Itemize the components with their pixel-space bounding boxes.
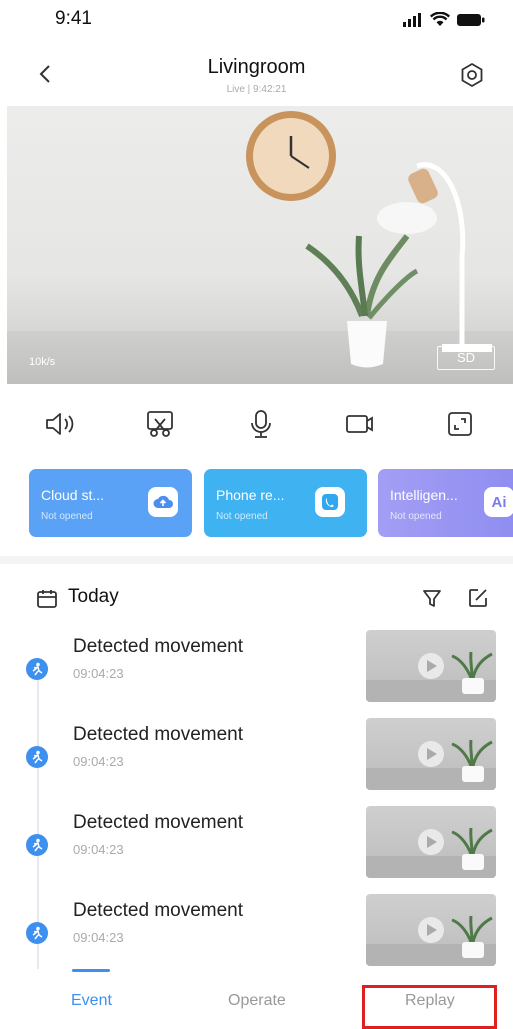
event-row[interactable]: Detected movement 09:04:23: [0, 796, 513, 884]
event-thumbnail[interactable]: [366, 630, 496, 702]
motion-icon: [26, 658, 48, 680]
edit-button[interactable]: [466, 586, 492, 612]
screenshot-icon: [147, 411, 173, 437]
event-title: Detected movement: [73, 812, 244, 833]
edit-icon: [469, 589, 487, 607]
event-title: Detected movement: [73, 900, 244, 921]
events-header: Today: [0, 578, 513, 618]
ai-icon: Ai: [484, 487, 513, 517]
event-row[interactable]: Detected movement 09:04:23: [0, 708, 513, 796]
speaker-icon: [46, 413, 74, 435]
filter-icon: [423, 590, 441, 607]
fullscreen-button[interactable]: [440, 404, 480, 444]
active-tab-indicator: [72, 969, 110, 972]
event-thumbnail[interactable]: [366, 894, 496, 966]
phone-record-card[interactable]: Phone re... Not opened: [204, 469, 367, 537]
intelligent-card[interactable]: Intelligen... Not opened Ai: [378, 469, 513, 537]
wifi-icon: [430, 12, 450, 26]
events-date-label: Today: [68, 586, 119, 607]
card-title: Intelligen...: [390, 487, 458, 503]
record-button[interactable]: [340, 404, 380, 444]
live-timestamp: Live | 9:42:21: [226, 84, 287, 95]
motion-icon: [26, 922, 48, 944]
cloud-storage-card[interactable]: Cloud st... Not opened: [29, 469, 192, 537]
tab-operate[interactable]: Operate: [228, 992, 286, 1010]
status-bar: 9:41: [0, 0, 513, 44]
event-time: 09:04:23: [73, 842, 124, 857]
phone-icon: [315, 487, 345, 517]
service-cards: Cloud st... Not opened Phone re... Not o…: [0, 469, 513, 539]
microphone-icon: [251, 410, 271, 438]
thumbnail-image: [366, 915, 496, 966]
replay-highlight-box: [362, 985, 497, 1029]
bitrate-label: 10k/s: [29, 356, 56, 368]
record-icon: [346, 415, 373, 433]
video-scene-illustration: [246, 111, 492, 368]
thumbnail-image: [366, 739, 496, 790]
settings-hexagon-icon: [461, 62, 483, 88]
microphone-button[interactable]: [241, 404, 281, 444]
card-status: Not opened: [41, 511, 93, 522]
thumbnail-image: [366, 827, 496, 878]
event-time: 09:04:23: [73, 930, 124, 945]
quality-toggle-button[interactable]: SD: [437, 346, 495, 370]
card-status: Not opened: [390, 511, 442, 522]
status-icons: [403, 12, 485, 27]
status-time: 9:41: [55, 8, 92, 29]
battery-icon: [457, 13, 485, 26]
event-row[interactable]: Detected movement 09:04:23: [0, 620, 513, 708]
motion-icon: [26, 834, 48, 856]
screenshot-button[interactable]: [140, 404, 180, 444]
event-time: 09:04:23: [73, 666, 124, 681]
motion-icon: [26, 746, 48, 768]
filter-button[interactable]: [420, 586, 446, 612]
signal-icon: [403, 12, 421, 27]
header: Livingroom Live | 9:42:21: [0, 48, 513, 106]
fullscreen-icon: [448, 412, 472, 436]
speaker-button[interactable]: [40, 404, 80, 444]
event-row[interactable]: Detected movement 09:04:23: [0, 884, 513, 972]
section-divider: [0, 556, 513, 564]
card-status: Not opened: [216, 511, 268, 522]
live-video[interactable]: 10k/s SD: [7, 106, 513, 384]
cloud-upload-icon: [148, 487, 178, 517]
event-thumbnail[interactable]: [366, 718, 496, 790]
event-thumbnail[interactable]: [366, 806, 496, 878]
event-title: Detected movement: [73, 636, 244, 657]
card-title: Cloud st...: [41, 487, 105, 503]
event-title: Detected movement: [73, 724, 244, 745]
thumbnail-image: [366, 651, 496, 702]
card-title: Phone re...: [216, 487, 285, 503]
camera-controls: [0, 398, 513, 454]
calendar-icon: [37, 590, 57, 608]
page-title: Livingroom: [207, 56, 306, 78]
event-time: 09:04:23: [73, 754, 124, 769]
settings-button[interactable]: [459, 62, 485, 88]
tab-event[interactable]: Event: [71, 992, 112, 1010]
